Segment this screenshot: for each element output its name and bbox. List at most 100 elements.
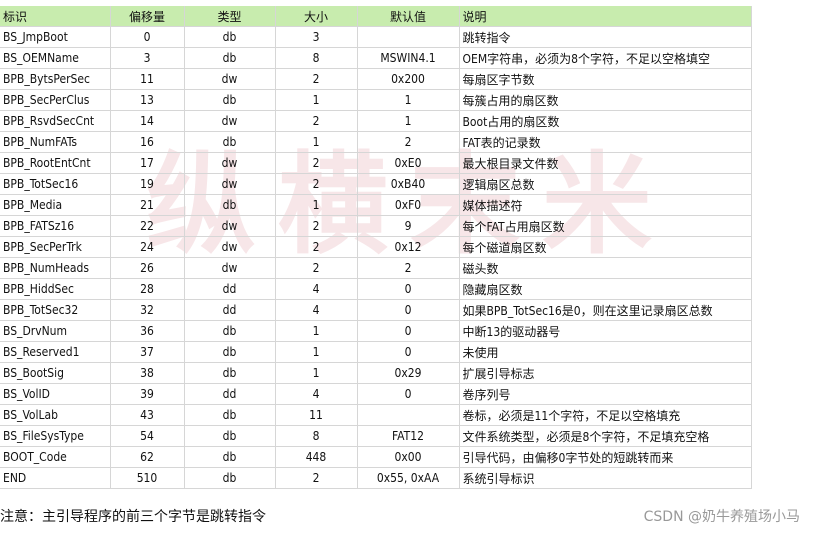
- cell-default: FAT12: [357, 425, 460, 447]
- cell-size: 2: [275, 173, 358, 195]
- cell-description: 卷标，必须是11个字符，不足以空格填充: [458, 404, 752, 426]
- cell-description: OEM字符串，必须为8个字符，不足以空格填空: [458, 47, 752, 69]
- cell-offset: 3: [110, 47, 185, 69]
- cell-description: 每个FAT占用扇区数: [458, 215, 752, 237]
- cell-type: dw: [184, 173, 276, 195]
- cell-name: BPB_RsvdSecCnt: [0, 110, 111, 132]
- cell-offset: 17: [110, 152, 185, 174]
- cell-type: dw: [184, 236, 276, 258]
- cell-default: MSWIN4.1: [357, 47, 460, 69]
- cell-offset: 37: [110, 341, 185, 363]
- cell-description: 跳转指令: [458, 26, 752, 48]
- cell-size: 2: [275, 257, 358, 279]
- cell-name: BPB_SecPerClus: [0, 89, 111, 111]
- cell-offset: 0: [110, 26, 185, 48]
- cell-offset: 43: [110, 404, 185, 426]
- cell-name: BS_FileSysType: [0, 425, 111, 447]
- cell-size: 8: [275, 47, 358, 69]
- footnote: 注意：主引导程序的前三个字节是跳转指令: [0, 509, 266, 525]
- cell-name: BS_BootSig: [0, 362, 111, 384]
- cell-size: 4: [275, 278, 358, 300]
- cell-default: 0x12: [357, 236, 460, 258]
- cell-name: BOOT_Code: [0, 446, 111, 468]
- cell-type: dw: [184, 215, 276, 237]
- cell-default: 0x00: [357, 446, 460, 468]
- cell-type: dw: [184, 68, 276, 90]
- cell-size: 2: [275, 467, 358, 489]
- cell-description: 每个磁道扇区数: [458, 236, 752, 258]
- table-row: BPB_Media 21 db 1 0xF0 媒体描述符: [0, 194, 752, 216]
- cell-type: dd: [184, 278, 276, 300]
- cell-offset: 510: [110, 467, 185, 489]
- cell-size: 4: [275, 383, 358, 405]
- cell-type: dw: [184, 152, 276, 174]
- cell-size: 1: [275, 341, 358, 363]
- table-row: END 510 db 2 0x55, 0xAA 系统引导标识: [0, 467, 752, 489]
- cell-type: dw: [184, 257, 276, 279]
- cell-size: 1: [275, 320, 358, 342]
- table-row: BS_JmpBoot 0 db 3 跳转指令: [0, 26, 752, 48]
- cell-description: 最大根目录文件数: [458, 152, 752, 174]
- cell-name: BPB_FATSz16: [0, 215, 111, 237]
- cell-offset: 24: [110, 236, 185, 258]
- cell-name: BS_VolLab: [0, 404, 111, 426]
- cell-size: 2: [275, 110, 358, 132]
- cell-default: 0xB40: [357, 173, 460, 195]
- cell-offset: 16: [110, 131, 185, 153]
- cell-type: dd: [184, 383, 276, 405]
- cell-type: dw: [184, 110, 276, 132]
- cell-name: BPB_NumHeads: [0, 257, 111, 279]
- cell-size: 448: [275, 446, 358, 468]
- cell-type: db: [184, 320, 276, 342]
- table-row: BPB_RsvdSecCnt 14 dw 2 1 Boot占用的扇区数: [0, 110, 752, 132]
- cell-type: db: [184, 404, 276, 426]
- cell-default: [357, 26, 460, 48]
- table-row: BS_OEMName 3 db 8 MSWIN4.1 OEM字符串，必须为8个字符，不足以…: [0, 47, 752, 69]
- cell-description: 引导代码，由偏移0字节处的短跳转而来: [458, 446, 752, 468]
- cell-type: db: [184, 362, 276, 384]
- cell-size: 1: [275, 131, 358, 153]
- cell-type: db: [184, 131, 276, 153]
- table-row: BPB_SecPerTrk 24 dw 2 0x12 每个磁道扇区数: [0, 236, 752, 258]
- cell-type: db: [184, 425, 276, 447]
- cell-offset: 22: [110, 215, 185, 237]
- table-row: BPB_NumHeads 26 dw 2 2 磁头数: [0, 257, 752, 279]
- cell-default: 0: [357, 383, 460, 405]
- cell-size: 8: [275, 425, 358, 447]
- header-default: 默认值: [357, 6, 460, 27]
- header-description: 说明: [458, 6, 752, 27]
- cell-description: 如果BPB_TotSec16是0，则在这里记录扇区总数: [458, 299, 752, 321]
- cell-default: 0xF0: [357, 194, 460, 216]
- cell-size: 1: [275, 362, 358, 384]
- cell-offset: 54: [110, 425, 185, 447]
- cell-description: Boot占用的扇区数: [458, 110, 752, 132]
- cell-offset: 28: [110, 278, 185, 300]
- cell-name: BS_JmpBoot: [0, 26, 111, 48]
- cell-default: 0: [357, 341, 460, 363]
- cell-name: BPB_Media: [0, 194, 111, 216]
- table-row: BS_BootSig 38 db 1 0x29 扩展引导标志: [0, 362, 752, 384]
- cell-type: db: [184, 194, 276, 216]
- table-row: BS_FileSysType 54 db 8 FAT12 文件系统类型，必须是8个字符，不…: [0, 425, 752, 447]
- cell-name: BPB_BytsPerSec: [0, 68, 111, 90]
- cell-name: BPB_TotSec16: [0, 173, 111, 195]
- cell-offset: 19: [110, 173, 185, 195]
- cell-default: 0x200: [357, 68, 460, 90]
- cell-description: 逻辑扇区总数: [458, 173, 752, 195]
- cell-size: 2: [275, 152, 358, 174]
- cell-type: db: [184, 446, 276, 468]
- cell-description: 每扇区字节数: [458, 68, 752, 90]
- cell-description: FAT表的记录数: [458, 131, 752, 153]
- header-offset: 偏移量: [110, 6, 185, 27]
- cell-type: db: [184, 341, 276, 363]
- table-row: BPB_NumFATs 16 db 1 2 FAT表的记录数: [0, 131, 752, 153]
- cell-offset: 21: [110, 194, 185, 216]
- cell-description: 系统引导标识: [458, 467, 752, 489]
- cell-type: db: [184, 47, 276, 69]
- credit-watermark: CSDN @奶牛养殖场小马: [643, 509, 800, 525]
- cell-offset: 11: [110, 68, 185, 90]
- table-row: BPB_RootEntCnt 17 dw 2 0xE0 最大根目录文件数: [0, 152, 752, 174]
- cell-default: 0xE0: [357, 152, 460, 174]
- table-row: BS_VolLab 43 db 11 卷标，必须是11个字符，不足以空格填充: [0, 404, 752, 426]
- cell-name: BPB_SecPerTrk: [0, 236, 111, 258]
